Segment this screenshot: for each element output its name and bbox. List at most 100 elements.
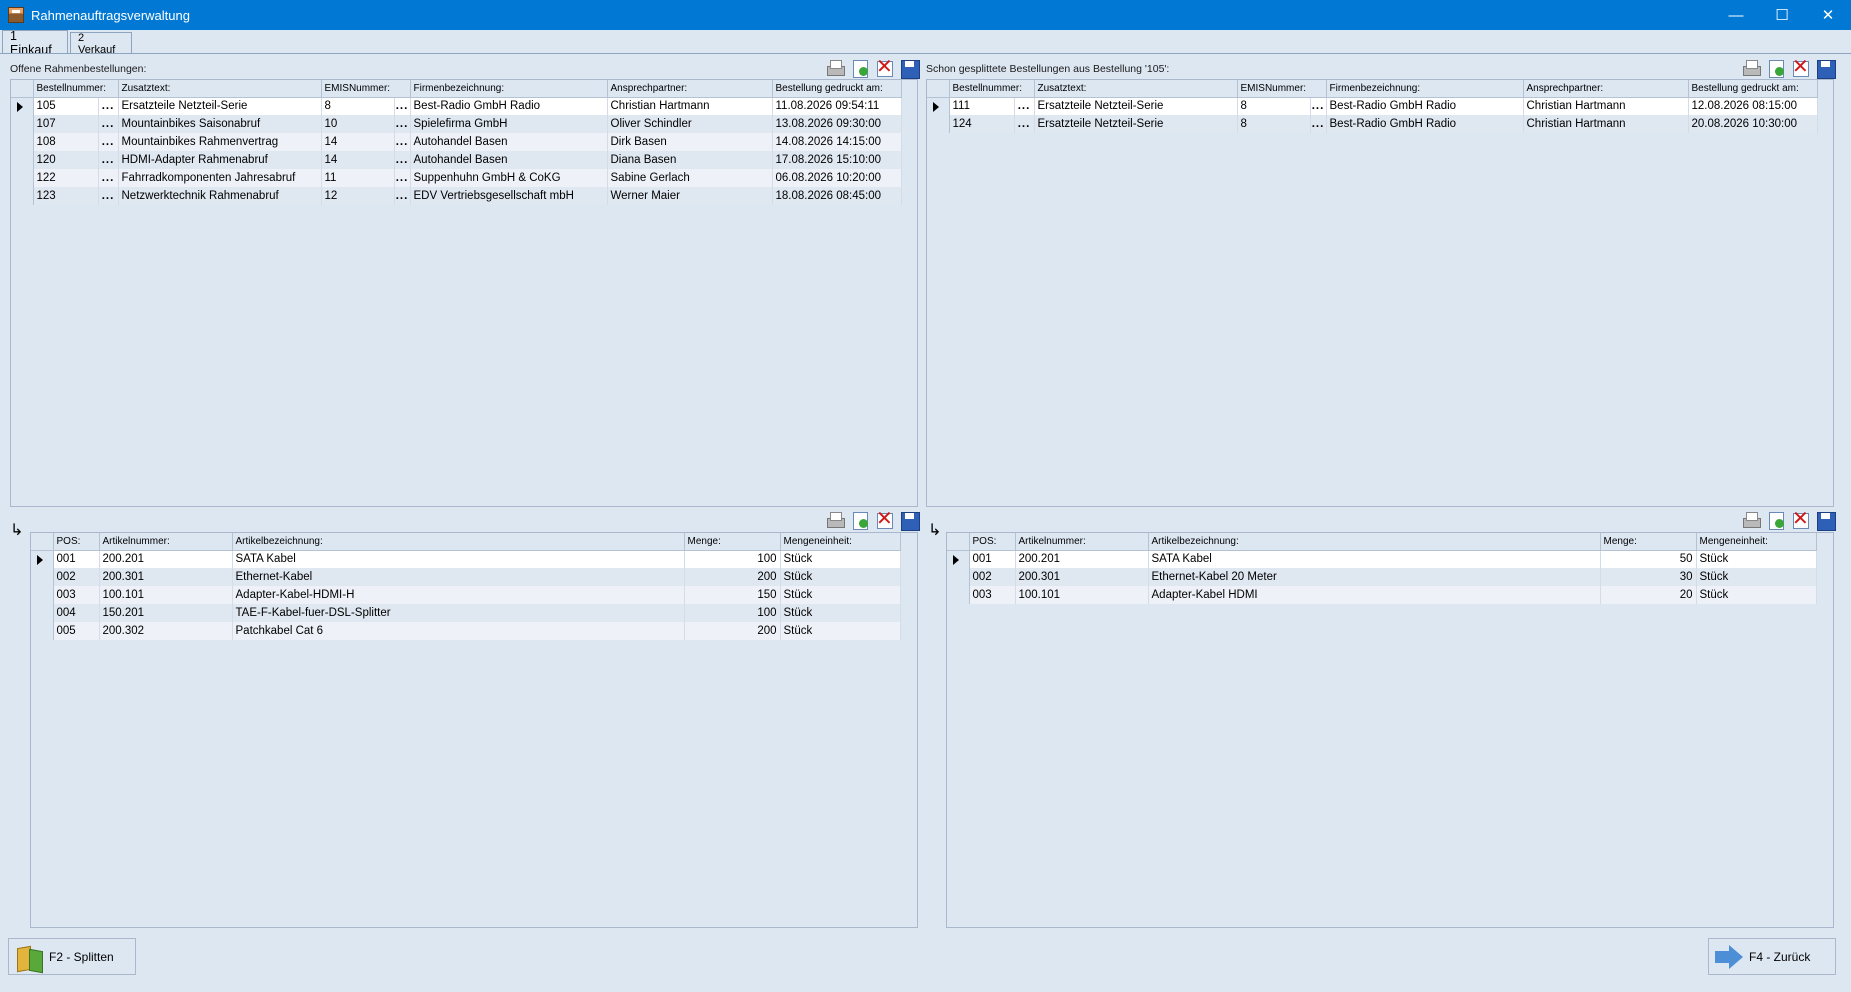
cell-mengeneinheit[interactable]: Stück <box>780 550 901 568</box>
col-zusatztext[interactable]: Zusatztext: <box>1034 80 1238 98</box>
cell-pos[interactable]: 003 <box>53 586 100 604</box>
save-icon[interactable] <box>1816 511 1836 531</box>
col-ansprechpartner[interactable]: Ansprechpartner: <box>607 80 773 98</box>
delete-icon[interactable] <box>875 508 895 530</box>
cell-emisnummer[interactable]: 8 <box>1237 115 1311 133</box>
cell-menge[interactable]: 30 <box>1600 568 1697 586</box>
cell-firmenbezeichnung[interactable]: Best-Radio GmbH Radio <box>1326 97 1524 115</box>
cell-gedruckt-am[interactable]: 06.08.2026 10:20:00 <box>772 169 902 187</box>
col-artikelbezeichnung[interactable]: Artikelbezeichnung: <box>1148 533 1601 551</box>
lookup-button[interactable]: ... <box>98 97 119 115</box>
print-icon[interactable] <box>1741 59 1761 77</box>
cell-menge[interactable]: 200 <box>684 568 781 586</box>
col-firmenbezeichnung[interactable]: Firmenbezeichnung: <box>1326 80 1524 98</box>
lookup-button[interactable]: ... <box>98 151 119 169</box>
lookup-button[interactable]: ... <box>98 133 119 151</box>
cell-menge[interactable]: 100 <box>684 604 781 622</box>
col-emisnummer[interactable]: EMISNummer: <box>321 80 411 98</box>
delete-icon[interactable] <box>1791 508 1811 530</box>
close-button[interactable]: ✕ <box>1805 0 1851 30</box>
cell-firmenbezeichnung[interactable]: Autohandel Basen <box>410 133 608 151</box>
cell-pos[interactable]: 002 <box>969 568 1016 586</box>
cell-gedruckt-am[interactable]: 20.08.2026 10:30:00 <box>1688 115 1818 133</box>
cell-ansprechpartner[interactable]: Werner Maier <box>607 187 773 205</box>
col-artikelnummer[interactable]: Artikelnummer: <box>99 533 233 551</box>
cell-artikelbezeichnung[interactable]: Ethernet-Kabel <box>232 568 685 586</box>
table-row[interactable]: 111 ... Ersatzteile Netzteil-Serie 8 ...… <box>927 97 1818 115</box>
cell-zusatztext[interactable]: HDMI-Adapter Rahmenabruf <box>118 151 322 169</box>
cell-artikelnummer[interactable]: 200.201 <box>99 550 233 568</box>
cell-artikelnummer[interactable]: 150.201 <box>99 604 233 622</box>
cell-mengeneinheit[interactable]: Stück <box>1696 550 1817 568</box>
col-mengeneinheit[interactable]: Mengeneinheit: <box>1696 533 1817 551</box>
cell-zusatztext[interactable]: Ersatzteile Netzteil-Serie <box>1034 115 1238 133</box>
cell-bestellnummer[interactable]: 108 <box>33 133 99 151</box>
cell-firmenbezeichnung[interactable]: Spielefirma GmbH <box>410 115 608 133</box>
cell-ansprechpartner[interactable]: Christian Hartmann <box>1523 97 1689 115</box>
cell-firmenbezeichnung[interactable]: Autohandel Basen <box>410 151 608 169</box>
cell-emisnummer[interactable]: 8 <box>1237 97 1311 115</box>
cell-artikelnummer[interactable]: 100.101 <box>1015 586 1149 604</box>
cell-artikelnummer[interactable]: 200.201 <box>1015 550 1149 568</box>
table-row[interactable]: 001 200.201 SATA Kabel 100 Stück <box>31 550 901 568</box>
cell-bestellnummer[interactable]: 120 <box>33 151 99 169</box>
cell-gedruckt-am[interactable]: 17.08.2026 15:10:00 <box>772 151 902 169</box>
cell-artikelnummer[interactable]: 100.101 <box>99 586 233 604</box>
cell-mengeneinheit[interactable]: Stück <box>1696 586 1817 604</box>
table-row[interactable]: 001 200.201 SATA Kabel 50 Stück <box>947 550 1817 568</box>
minimize-button[interactable]: — <box>1713 0 1759 30</box>
table-row[interactable]: 123 ... Netzwerktechnik Rahmenabruf 12 .… <box>11 187 902 205</box>
cell-bestellnummer[interactable]: 123 <box>33 187 99 205</box>
delete-icon[interactable] <box>875 56 895 78</box>
back-button[interactable]: F4 - Zurück <box>1708 938 1836 975</box>
cell-artikelbezeichnung[interactable]: Ethernet-Kabel 20 Meter <box>1148 568 1601 586</box>
print-icon[interactable] <box>825 59 845 77</box>
new-document-icon[interactable] <box>1766 59 1786 78</box>
lookup-button[interactable]: ... <box>98 169 119 187</box>
cell-zusatztext[interactable]: Ersatzteile Netzteil-Serie <box>118 97 322 115</box>
table-row[interactable]: 105 ... Ersatzteile Netzteil-Serie 8 ...… <box>11 97 902 115</box>
cell-zusatztext[interactable]: Ersatzteile Netzteil-Serie <box>1034 97 1238 115</box>
save-icon[interactable] <box>900 511 920 531</box>
cell-bestellnummer[interactable]: 107 <box>33 115 99 133</box>
cell-mengeneinheit[interactable]: Stück <box>780 586 901 604</box>
col-menge[interactable]: Menge: <box>1600 533 1697 551</box>
lookup-button[interactable]: ... <box>1310 97 1327 115</box>
col-ansprechpartner[interactable]: Ansprechpartner: <box>1523 80 1689 98</box>
cell-pos[interactable]: 003 <box>969 586 1016 604</box>
cell-menge[interactable]: 100 <box>684 550 781 568</box>
cell-zusatztext[interactable]: Mountainbikes Saisonabruf <box>118 115 322 133</box>
cell-ansprechpartner[interactable]: Christian Hartmann <box>1523 115 1689 133</box>
table-row[interactable]: 005 200.302 Patchkabel Cat 6 200 Stück <box>31 622 901 640</box>
print-icon[interactable] <box>1741 511 1761 529</box>
cell-zusatztext[interactable]: Fahrradkomponenten Jahresabruf <box>118 169 322 187</box>
cell-menge[interactable]: 50 <box>1600 550 1697 568</box>
table-row[interactable]: 002 200.301 Ethernet-Kabel 20 Meter 30 S… <box>947 568 1817 586</box>
cell-zusatztext[interactable]: Netzwerktechnik Rahmenabruf <box>118 187 322 205</box>
cell-artikelbezeichnung[interactable]: Adapter-Kabel-HDMI-H <box>232 586 685 604</box>
lookup-button[interactable]: ... <box>1014 115 1035 133</box>
cell-mengeneinheit[interactable]: Stück <box>1696 568 1817 586</box>
cell-mengeneinheit[interactable]: Stück <box>780 622 901 640</box>
cell-ansprechpartner[interactable]: Diana Basen <box>607 151 773 169</box>
lookup-button[interactable]: ... <box>1014 97 1035 115</box>
cell-artikelbezeichnung[interactable]: SATA Kabel <box>232 550 685 568</box>
new-document-icon[interactable] <box>1766 511 1786 530</box>
save-icon[interactable] <box>1816 59 1836 79</box>
cell-emisnummer[interactable]: 14 <box>321 151 395 169</box>
lookup-button[interactable]: ... <box>394 115 411 133</box>
cell-bestellnummer[interactable]: 111 <box>949 97 1015 115</box>
tab-verkauf[interactable]: 2 Verkauf <box>70 32 132 56</box>
lookup-button[interactable]: ... <box>394 151 411 169</box>
table-row[interactable]: 120 ... HDMI-Adapter Rahmenabruf 14 ... … <box>11 151 902 169</box>
lookup-button[interactable]: ... <box>98 187 119 205</box>
tab-einkauf[interactable]: 1 Einkauf <box>2 29 68 57</box>
cell-bestellnummer[interactable]: 122 <box>33 169 99 187</box>
delete-icon[interactable] <box>1791 56 1811 78</box>
cell-firmenbezeichnung[interactable]: Suppenhuhn GmbH & CoKG <box>410 169 608 187</box>
cell-firmenbezeichnung[interactable]: EDV Vertriebsgesellschaft mbH <box>410 187 608 205</box>
cell-pos[interactable]: 001 <box>969 550 1016 568</box>
cell-artikelbezeichnung[interactable]: SATA Kabel <box>1148 550 1601 568</box>
table-row[interactable]: 122 ... Fahrradkomponenten Jahresabruf 1… <box>11 169 902 187</box>
maximize-button[interactable]: ☐ <box>1759 0 1805 30</box>
